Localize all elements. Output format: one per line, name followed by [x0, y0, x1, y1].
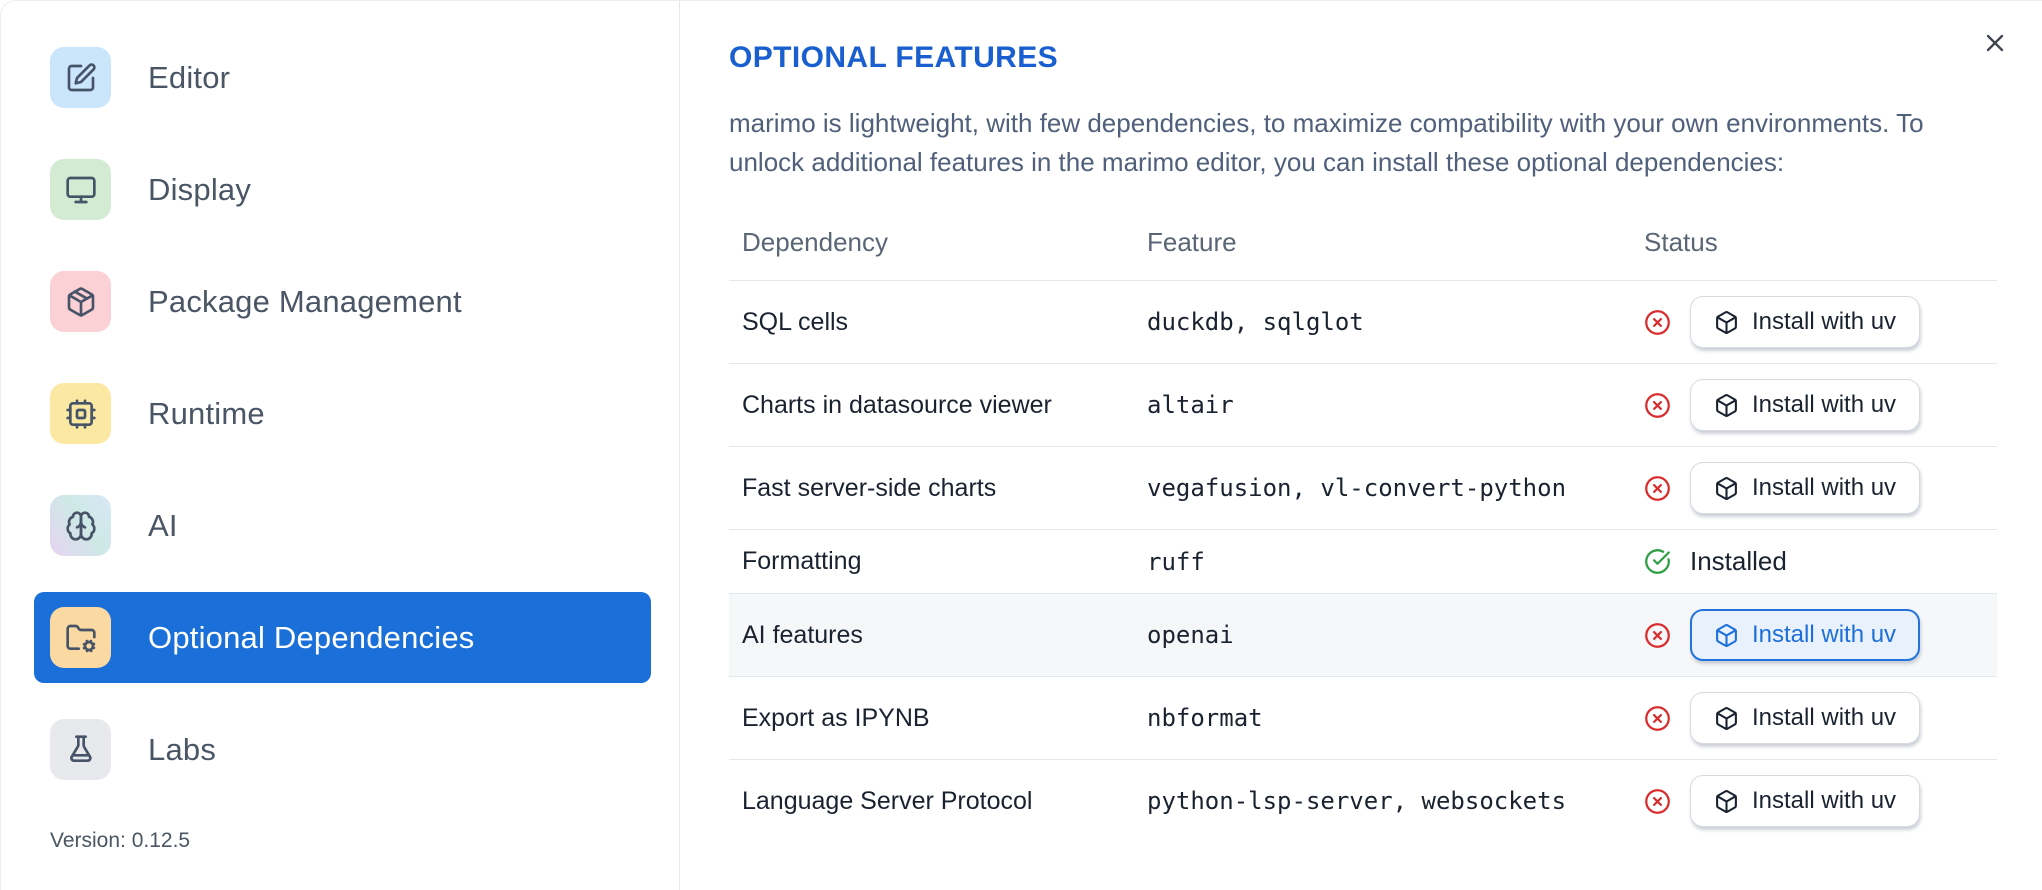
flask-icon — [50, 719, 111, 780]
feature-cell: openai — [1134, 593, 1631, 677]
optional-features-panel: OPTIONAL FEATURES marimo is lightweight,… — [680, 1, 2042, 890]
settings-sidebar: Editor Display Package Management Runtim… — [1, 1, 680, 890]
sidebar-item-label: Labs — [148, 731, 217, 767]
install-button-label: Install with uv — [1752, 308, 1897, 335]
monitor-icon — [50, 159, 111, 220]
package-icon — [50, 271, 111, 332]
settings-dialog: Editor Display Package Management Runtim… — [0, 0, 2042, 890]
sidebar-item-label: Optional Dependencies — [148, 619, 475, 655]
sidebar-item-editor[interactable]: Editor — [34, 32, 651, 123]
status-error-icon — [1644, 309, 1671, 336]
table-row: Charts in datasource viewer altair Insta… — [729, 363, 1997, 447]
status-cell: Install with uv — [1631, 760, 1997, 843]
install-with-uv-button[interactable]: Install with uv — [1690, 379, 1921, 431]
feature-cell: python-lsp-server, websockets — [1147, 787, 1567, 816]
feature-cell: ruff — [1134, 529, 1631, 594]
package-icon — [1714, 393, 1739, 418]
table-row: SQL cells duckdb, sqlglot Install with u… — [729, 280, 1997, 364]
dependency-cell: Language Server Protocol — [742, 786, 1033, 815]
package-icon — [1714, 476, 1739, 501]
status-cell: Install with uv — [1631, 676, 1997, 760]
sidebar-item-package-management[interactable]: Package Management — [34, 256, 651, 347]
folder-cog-icon — [50, 607, 111, 668]
status-cell: Install with uv — [1631, 593, 1997, 677]
panel-description: marimo is lightweight, with few dependen… — [729, 108, 1924, 177]
table-row: Export as IPYNB nbformat Install with uv — [729, 676, 1997, 760]
install-button-label: Install with uv — [1752, 621, 1897, 648]
status-error-icon — [1644, 788, 1671, 815]
dependency-cell: Charts in datasource viewer — [729, 363, 1134, 447]
install-with-uv-button[interactable]: Install with uv — [1690, 296, 1921, 348]
table-body: SQL cells duckdb, sqlglot Install with u… — [729, 280, 1997, 843]
status-error-icon — [1644, 622, 1671, 649]
table-row: Formatting ruff Installed — [729, 529, 1997, 594]
square-pen-icon — [50, 47, 111, 108]
sidebar-item-label: AI — [148, 507, 178, 543]
install-with-uv-button[interactable]: Install with uv — [1690, 775, 1921, 828]
status-cell: Installed — [1631, 529, 1997, 594]
package-icon — [1714, 706, 1739, 731]
sidebar-item-label: Editor — [148, 59, 231, 95]
status-error-icon — [1644, 475, 1671, 502]
dependency-cell: Formatting — [729, 529, 1134, 594]
table-row: Fast server-side charts vegafusion, vl-c… — [729, 446, 1997, 530]
version-label: Version: 0.12.5 — [50, 829, 191, 852]
package-icon — [1714, 310, 1739, 335]
dependency-cell: SQL cells — [729, 280, 1134, 364]
sidebar-item-label: Package Management — [148, 283, 462, 319]
sidebar-nav: Editor Display Package Management Runtim… — [34, 32, 651, 816]
sidebar-item-label: Display — [148, 171, 252, 207]
feature-cell: nbformat — [1134, 676, 1631, 760]
cpu-icon — [50, 383, 111, 444]
package-icon — [1714, 789, 1739, 814]
status-error-icon — [1644, 392, 1671, 419]
table-row: Language Server Protocol python-lsp-serv… — [729, 760, 1997, 843]
dependency-cell: AI features — [729, 593, 1134, 677]
table-header-row: Dependency Feature Status — [729, 201, 1997, 281]
column-header-status: Status — [1631, 201, 1997, 281]
install-button-label: Install with uv — [1752, 474, 1897, 501]
status-error-icon — [1644, 705, 1671, 732]
table-row: AI features openai Install with uv — [729, 593, 1997, 677]
install-button-label: Install with uv — [1752, 391, 1897, 418]
page-title: OPTIONAL FEATURES — [729, 41, 1059, 74]
package-icon — [1714, 623, 1739, 648]
column-header-feature: Feature — [1134, 201, 1631, 281]
feature-cell: duckdb, sqlglot — [1134, 280, 1631, 364]
install-button-label: Install with uv — [1752, 787, 1897, 815]
status-cell: Install with uv — [1631, 280, 1997, 364]
sidebar-item-runtime[interactable]: Runtime — [34, 368, 651, 459]
sidebar-item-ai[interactable]: AI — [34, 480, 651, 571]
close-button[interactable] — [1980, 29, 2010, 59]
install-button-label: Install with uv — [1752, 704, 1897, 731]
dependencies-table: Dependency Feature Status SQL cells duck… — [729, 201, 1997, 843]
status-installed-icon — [1644, 548, 1671, 575]
install-with-uv-button[interactable]: Install with uv — [1690, 692, 1921, 744]
column-header-dependency: Dependency — [729, 201, 1134, 281]
dependency-cell: Export as IPYNB — [729, 676, 1134, 760]
brain-icon — [50, 495, 111, 556]
sidebar-item-labs[interactable]: Labs — [34, 704, 651, 795]
installed-label: Installed — [1690, 546, 1787, 576]
sidebar-item-optional-dependencies[interactable]: Optional Dependencies — [34, 592, 651, 683]
install-with-uv-button[interactable]: Install with uv — [1690, 609, 1921, 661]
status-cell: Install with uv — [1631, 446, 1997, 530]
feature-cell: vegafusion, vl-convert-python — [1134, 446, 1631, 530]
status-cell: Install with uv — [1631, 363, 1997, 447]
feature-cell: altair — [1134, 363, 1631, 447]
sidebar-item-label: Runtime — [148, 395, 265, 431]
dependency-cell: Fast server-side charts — [729, 446, 1134, 530]
sidebar-item-display[interactable]: Display — [34, 144, 651, 235]
install-with-uv-button[interactable]: Install with uv — [1690, 462, 1921, 514]
